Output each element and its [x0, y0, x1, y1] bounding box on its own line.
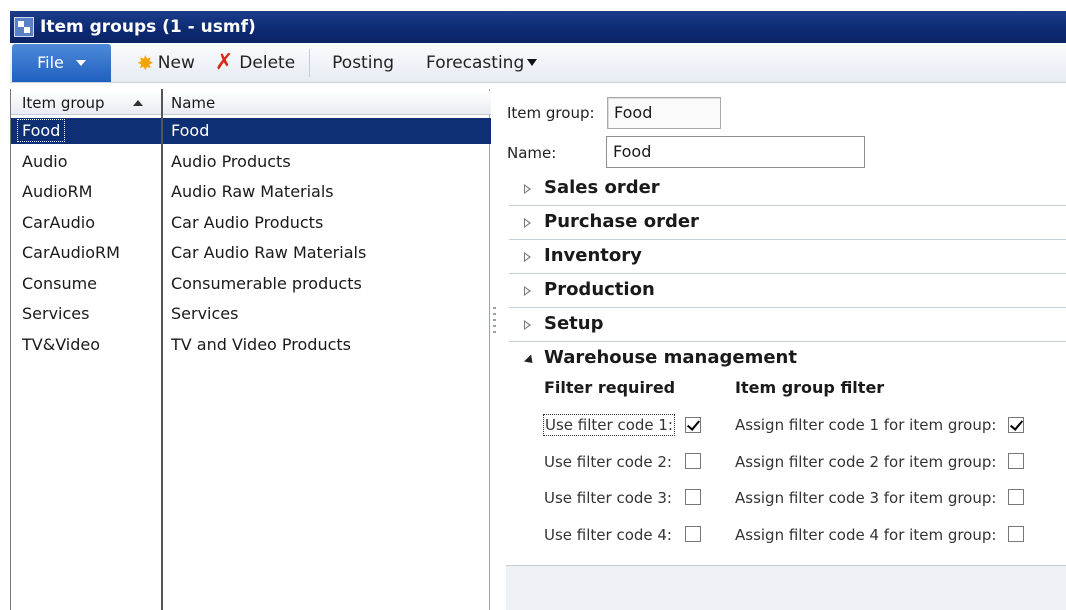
use-filter-code-2-checkbox[interactable] — [685, 453, 701, 469]
table-row[interactable]: Services Services — [11, 299, 491, 329]
window-title-bar: Item groups (1 - usmf) — [10, 11, 1066, 43]
grid-header: Item group Name — [11, 91, 491, 115]
use-filter-code-4-checkbox[interactable] — [685, 526, 701, 542]
section-title: Inventory — [544, 245, 642, 266]
forecasting-menu-button[interactable]: Forecasting — [416, 48, 547, 78]
section-inventory[interactable]: Inventory — [509, 241, 1066, 274]
delete-button[interactable]: ✗ Delete — [205, 48, 305, 78]
new-label: New — [157, 52, 195, 73]
assign-filter-code-1-checkbox[interactable] — [1008, 417, 1024, 433]
file-menu-button[interactable]: File — [12, 43, 111, 82]
collapse-triangle-icon — [523, 354, 537, 367]
expand-triangle-icon — [524, 252, 531, 262]
cell-name: Car Audio Products — [171, 213, 324, 232]
expand-triangle-icon — [524, 320, 531, 330]
detail-form: Item group: Food Name: Food Sales order … — [505, 89, 1066, 610]
cell-item-group: Services — [22, 304, 90, 323]
use-filter-code-4-label: Use filter code 4: — [544, 526, 672, 544]
item-group-label: Item group: — [507, 104, 595, 122]
section-warehouse-management[interactable]: Warehouse management — [509, 343, 1066, 376]
table-row[interactable]: Consume Consumerable products — [11, 269, 491, 299]
posting-button[interactable]: Posting — [322, 48, 404, 78]
assign-filter-code-2-label: Assign filter code 2 for item group: — [735, 453, 997, 471]
new-button[interactable]: ✸ New — [127, 48, 205, 78]
name-label: Name: — [507, 144, 557, 162]
table-row[interactable]: TV&Video TV and Video Products — [11, 330, 491, 360]
pane-splitter-handle[interactable] — [493, 307, 496, 337]
app-icon — [14, 17, 34, 37]
section-setup[interactable]: Setup — [509, 309, 1066, 342]
item-group-field[interactable]: Food — [607, 97, 721, 129]
forecasting-label: Forecasting — [426, 52, 525, 73]
toolbar: File ✸ New ✗ Delete Posting Forecasting — [10, 43, 1066, 83]
cell-name: TV and Video Products — [171, 335, 351, 354]
table-row[interactable]: CarAudio Car Audio Products — [11, 208, 491, 238]
column-header-name[interactable]: Name — [171, 94, 215, 112]
cell-item-group: Audio — [22, 152, 68, 171]
cell-item-group: CarAudioRM — [22, 243, 120, 262]
cell-item-group: Food — [16, 119, 66, 142]
section-title: Setup — [544, 313, 604, 334]
table-row[interactable]: AudioRM Audio Raw Materials — [11, 177, 491, 207]
new-star-icon: ✸ — [137, 50, 154, 75]
column-header-item-group[interactable]: Item group — [22, 94, 104, 112]
section-purchase-order[interactable]: Purchase order — [509, 207, 1066, 240]
delete-label: Delete — [239, 52, 296, 73]
cell-name: Audio Raw Materials — [171, 182, 334, 201]
use-filter-code-1-checkbox[interactable] — [685, 417, 701, 433]
use-filter-code-3-label: Use filter code 3: — [544, 489, 672, 507]
table-row[interactable]: Food Food — [11, 118, 491, 144]
window-title: Item groups (1 - usmf) — [40, 17, 256, 37]
cell-name: Services — [171, 304, 239, 323]
expand-triangle-icon — [524, 184, 531, 194]
use-filter-code-2-label: Use filter code 2: — [544, 453, 672, 471]
cell-name: Audio Products — [171, 152, 291, 171]
assign-filter-code-4-label: Assign filter code 4 for item group: — [735, 526, 997, 544]
item-group-filter-heading: Item group filter — [735, 378, 885, 397]
dropdown-caret-icon — [527, 59, 538, 66]
expand-triangle-icon — [524, 286, 531, 296]
chevron-down-icon — [75, 59, 86, 66]
cell-item-group: TV&Video — [22, 335, 101, 354]
use-filter-code-3-checkbox[interactable] — [685, 489, 701, 505]
name-field[interactable]: Food — [606, 136, 865, 168]
toolbar-separator — [309, 48, 311, 77]
section-production[interactable]: Production — [509, 275, 1066, 308]
assign-filter-code-4-checkbox[interactable] — [1008, 526, 1024, 542]
table-row[interactable]: Audio Audio Products — [11, 147, 491, 177]
assign-filter-code-1-label: Assign filter code 1 for item group: — [735, 416, 997, 434]
cell-item-group: CarAudio — [22, 213, 96, 232]
sort-ascending-icon — [133, 100, 143, 106]
cell-name: Consumerable products — [171, 274, 362, 293]
posting-label: Posting — [332, 52, 395, 73]
assign-filter-code-3-label: Assign filter code 3 for item group: — [735, 489, 997, 507]
column-divider[interactable] — [161, 89, 163, 610]
file-label: File — [37, 53, 64, 72]
table-row[interactable]: CarAudioRM Car Audio Raw Materials — [11, 238, 491, 268]
section-title: Sales order — [544, 177, 660, 198]
cell-item-group: Consume — [22, 274, 98, 293]
cell-name: Car Audio Raw Materials — [171, 243, 367, 262]
delete-x-icon: ✗ — [214, 50, 234, 75]
item-groups-grid: Item group Name Food Food Audio Audio Pr… — [10, 89, 491, 610]
section-title: Warehouse management — [544, 347, 797, 368]
cell-item-group: AudioRM — [22, 182, 93, 201]
use-filter-code-1-label: Use filter code 1: — [543, 414, 675, 436]
section-title: Purchase order — [544, 211, 699, 232]
assign-filter-code-3-checkbox[interactable] — [1008, 489, 1024, 505]
expand-triangle-icon — [524, 218, 531, 228]
filter-required-heading: Filter required — [544, 378, 676, 397]
section-sales-order[interactable]: Sales order — [509, 173, 1066, 206]
section-title: Production — [544, 279, 655, 300]
assign-filter-code-2-checkbox[interactable] — [1008, 453, 1024, 469]
cell-name: Food — [171, 121, 210, 140]
